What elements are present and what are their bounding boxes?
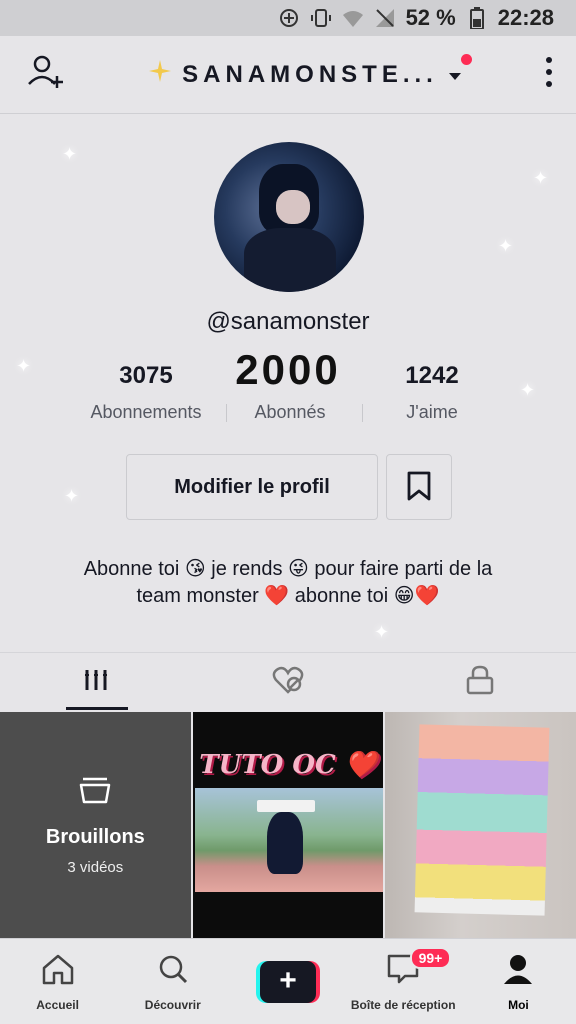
bottom-navigation: Accueil Découvrir + 99+ Boîte de récepti… bbox=[0, 938, 576, 1024]
drafts-count: 3 vidéos bbox=[67, 858, 124, 876]
bio-line: Abonne toi 😘 je rends 😜 pour faire parti… bbox=[83, 558, 493, 580]
plus-icon: + bbox=[260, 961, 316, 1003]
dropdown-icon bbox=[448, 61, 462, 89]
tab-liked[interactable] bbox=[192, 653, 384, 712]
sparkle-decoration: ✦ bbox=[374, 622, 390, 642]
stat-following-label: Abonnements bbox=[90, 402, 202, 422]
profile-icon bbox=[502, 953, 534, 990]
stat-likes[interactable]: 1242 J'aime bbox=[352, 360, 512, 423]
stat-divider bbox=[226, 404, 227, 422]
stat-followers-label: Abonnés bbox=[254, 402, 326, 422]
video-thumbnail[interactable]: TUTO OC ❤️ bbox=[192, 712, 384, 938]
nav-discover-label: Découvrir bbox=[144, 998, 201, 1012]
vibrate-icon bbox=[310, 7, 332, 29]
edit-profile-button[interactable]: Modifier le profil bbox=[126, 454, 378, 520]
video-thumbnail-scene bbox=[194, 788, 384, 892]
nav-home[interactable]: Accueil bbox=[0, 939, 115, 1024]
battery-icon bbox=[466, 7, 488, 29]
sparkle-decoration: ✦ bbox=[62, 144, 78, 164]
nav-discover[interactable]: Découvrir bbox=[115, 939, 230, 1024]
tab-videos[interactable] bbox=[0, 653, 192, 712]
wifi-icon bbox=[342, 7, 364, 29]
content-tabs bbox=[0, 652, 576, 712]
nav-home-label: Accueil bbox=[36, 998, 79, 1012]
videos-grid-icon bbox=[83, 667, 109, 698]
sparkle-decoration: ✦ bbox=[498, 236, 514, 256]
profile-handle: @sanamonster bbox=[206, 308, 370, 335]
nav-create[interactable]: + bbox=[230, 939, 345, 1024]
video-grid: Brouillons 3 vidéos TUTO OC ❤️ bbox=[0, 712, 576, 938]
battery-percent: 52 % bbox=[405, 5, 456, 30]
bookmark-icon bbox=[406, 471, 432, 504]
sparkle-decoration: ✦ bbox=[533, 168, 549, 188]
profile-header: SANAMONSTE... bbox=[0, 36, 576, 114]
video-thumbnail[interactable] bbox=[385, 712, 576, 938]
profile-bio: Abonne toi 😘 je rends 😜 pour faire parti… bbox=[40, 556, 536, 610]
sparkle-icon bbox=[148, 59, 172, 90]
no-signal-icon bbox=[374, 7, 396, 29]
avatar-art-body bbox=[244, 228, 336, 292]
nav-inbox-label: Boîte de réception bbox=[350, 998, 456, 1012]
stat-likes-label: J'aime bbox=[406, 402, 458, 422]
avatar-art-face bbox=[276, 190, 310, 224]
stat-divider bbox=[362, 404, 363, 422]
home-icon bbox=[41, 953, 75, 990]
favorites-button[interactable] bbox=[386, 454, 452, 520]
drafts-title: Brouillons bbox=[45, 825, 145, 848]
more-options-icon[interactable] bbox=[544, 55, 554, 94]
clock: 22:28 bbox=[497, 5, 554, 30]
username-title: SANAMONSTE... bbox=[182, 60, 438, 88]
nav-profile[interactable]: Moi bbox=[461, 939, 576, 1024]
status-bar: 52 % 22:28 bbox=[0, 0, 576, 36]
inbox-badge: 99+ bbox=[409, 947, 452, 969]
sparkle-decoration: ✦ bbox=[64, 486, 80, 506]
create-button[interactable]: + bbox=[256, 961, 320, 1003]
nav-profile-label: Moi bbox=[508, 998, 529, 1012]
nav-inbox[interactable]: 99+ Boîte de réception bbox=[346, 939, 461, 1024]
notification-dot bbox=[461, 54, 472, 65]
sync-icon bbox=[278, 7, 300, 29]
tab-private[interactable] bbox=[384, 653, 576, 712]
colored-notebook-page bbox=[414, 724, 550, 916]
stat-likes-value: 1242 bbox=[405, 362, 459, 389]
speech-bubble bbox=[256, 800, 315, 812]
drafts-tile[interactable]: Brouillons 3 vidéos bbox=[0, 712, 191, 938]
search-icon bbox=[157, 953, 189, 990]
avatar[interactable] bbox=[214, 142, 364, 292]
liked-heart-icon bbox=[272, 666, 304, 699]
video-thumbnail-title: TUTO OC ❤️ bbox=[199, 750, 378, 780]
add-user-icon[interactable] bbox=[26, 52, 66, 97]
account-switcher[interactable]: SANAMONSTE... bbox=[148, 59, 462, 90]
bio-line: team monster ❤️ abonne toi 😁❤️ bbox=[136, 585, 440, 607]
character-figure bbox=[266, 812, 303, 874]
drafts-icon bbox=[79, 775, 111, 810]
private-lock-icon bbox=[466, 665, 494, 700]
followers-overlay-number: 2000 bbox=[235, 346, 341, 393]
